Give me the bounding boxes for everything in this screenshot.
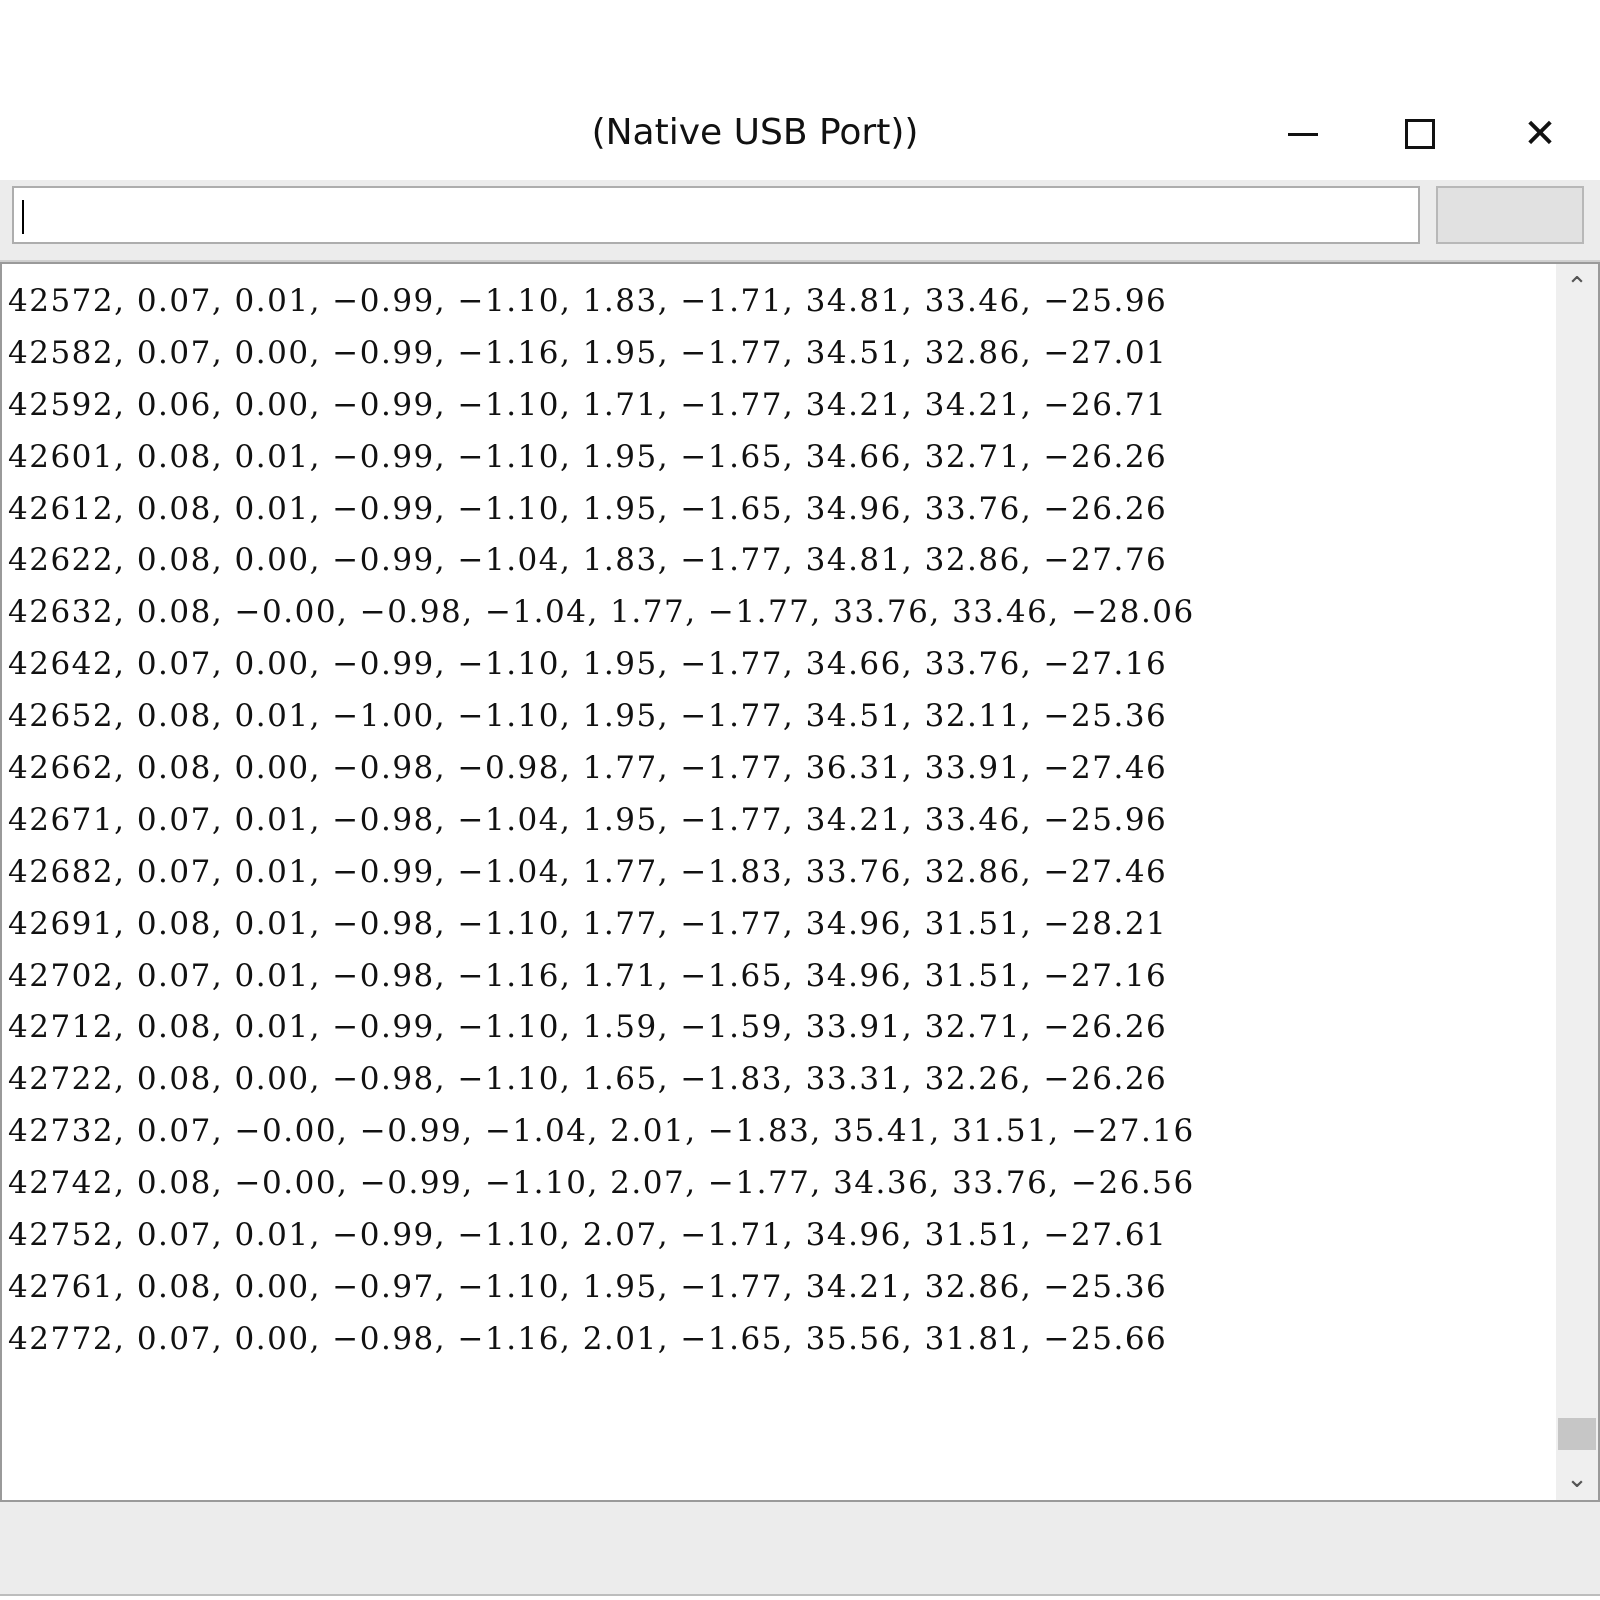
close-button[interactable]: ✕ <box>1495 104 1585 164</box>
status-bar <box>0 1502 1600 1596</box>
serial-output-line: 42652, 0.08, 0.01, −1.00, −1.10, 1.95, −… <box>8 698 1168 735</box>
serial-output-line: 42601, 0.08, 0.01, −0.99, −1.10, 1.95, −… <box>8 438 1168 475</box>
title-bar[interactable]: (Native USB Port)) ✕ <box>0 88 1600 180</box>
vertical-scrollbar[interactable]: ⌃ ⌄ <box>1556 264 1598 1500</box>
serial-output-line: 42732, 0.07, −0.00, −0.99, −1.04, 2.01, … <box>8 1113 1195 1150</box>
serial-output-line: 42671, 0.07, 0.01, −0.98, −1.04, 1.95, −… <box>8 801 1168 838</box>
send-button[interactable] <box>1436 186 1584 244</box>
serial-output-line: 42772, 0.07, 0.00, −0.98, −1.16, 2.01, −… <box>8 1320 1168 1357</box>
serial-output-line: 42761, 0.08, 0.00, −0.97, −1.10, 1.95, −… <box>8 1268 1168 1305</box>
toolbar <box>0 180 1600 262</box>
serial-output-area[interactable]: 42572, 0.07, 0.01, −0.99, −1.10, 1.83, −… <box>0 262 1600 1502</box>
serial-output-line: 42642, 0.07, 0.00, −0.99, −1.10, 1.95, −… <box>8 646 1168 683</box>
serial-output-line: 42712, 0.08, 0.01, −0.99, −1.10, 1.59, −… <box>8 1009 1168 1046</box>
maximize-button[interactable] <box>1375 104 1465 164</box>
minimize-icon <box>1288 132 1318 136</box>
serial-output-line: 42612, 0.08, 0.01, −0.99, −1.10, 1.95, −… <box>8 490 1168 527</box>
serial-output-line: 42632, 0.08, −0.00, −0.98, −1.04, 1.77, … <box>8 594 1195 631</box>
scroll-down-button[interactable]: ⌄ <box>1556 1456 1598 1500</box>
serial-output-line: 42691, 0.08, 0.01, −0.98, −1.10, 1.77, −… <box>8 905 1168 942</box>
send-input[interactable] <box>12 186 1420 244</box>
chevron-down-icon: ⌄ <box>1566 1462 1588 1493</box>
close-icon: ✕ <box>1523 111 1557 157</box>
serial-output-line: 42682, 0.07, 0.01, −0.99, −1.04, 1.77, −… <box>8 853 1168 890</box>
serial-monitor-window: (Native USB Port)) ✕ 42572, 0.07, 0.01, … <box>0 88 1600 1596</box>
maximize-icon <box>1405 119 1435 149</box>
serial-output-line: 42622, 0.08, 0.00, −0.99, −1.04, 1.83, −… <box>8 542 1168 579</box>
serial-output-line: 42742, 0.08, −0.00, −0.99, −1.10, 2.07, … <box>8 1165 1195 1202</box>
serial-output-line: 42702, 0.07, 0.01, −0.98, −1.16, 1.71, −… <box>8 957 1168 994</box>
serial-output-line: 42572, 0.07, 0.01, −0.99, −1.10, 1.83, −… <box>8 283 1168 319</box>
scroll-up-button[interactable]: ⌃ <box>1556 264 1598 308</box>
serial-output-line: 42592, 0.06, 0.00, −0.99, −1.10, 1.71, −… <box>8 386 1168 423</box>
scroll-thumb[interactable] <box>1558 1418 1596 1450</box>
text-caret <box>22 200 24 234</box>
serial-output-line: 42582, 0.07, 0.00, −0.99, −1.16, 1.95, −… <box>8 334 1168 371</box>
serial-output-lines: 42572, 0.07, 0.01, −0.99, −1.10, 1.83, −… <box>8 276 1195 1366</box>
minimize-button[interactable] <box>1258 104 1348 164</box>
serial-output-line: 42662, 0.08, 0.00, −0.98, −0.98, 1.77, −… <box>8 750 1168 787</box>
chevron-up-icon: ⌃ <box>1566 270 1588 301</box>
serial-output-line: 42752, 0.07, 0.01, −0.99, −1.10, 2.07, −… <box>8 1217 1168 1254</box>
serial-output-line: 42722, 0.08, 0.00, −0.98, −1.10, 1.65, −… <box>8 1061 1168 1098</box>
window-title: (Native USB Port)) <box>591 112 919 153</box>
